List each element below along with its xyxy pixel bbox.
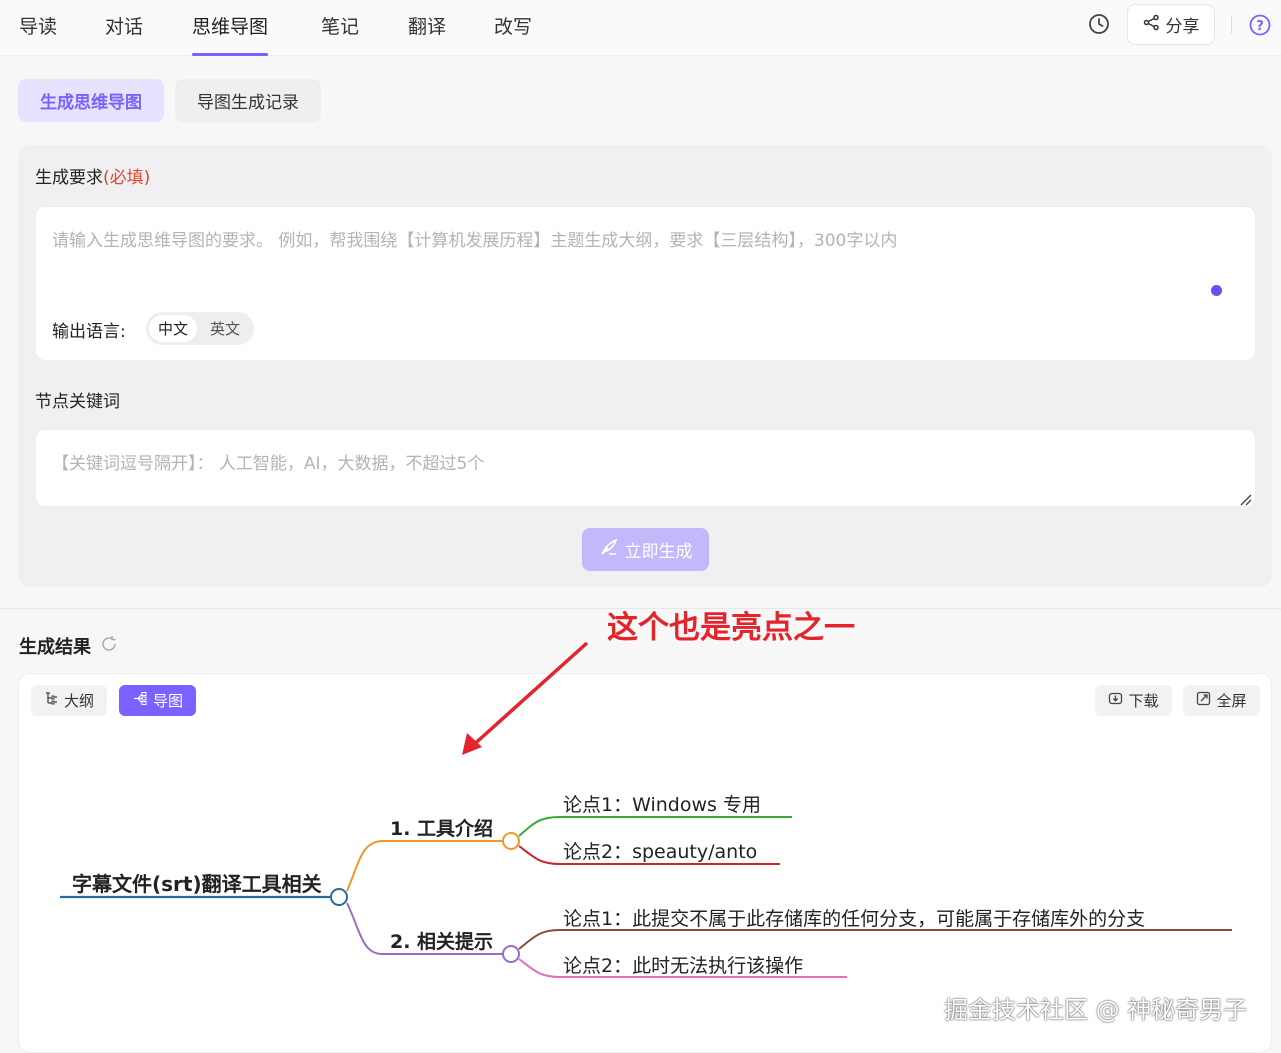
root-node-label: 字幕文件(srt)翻译工具相关 (72, 872, 322, 896)
branch1-node-circle[interactable] (502, 832, 520, 850)
branch2-node-circle[interactable] (502, 945, 520, 963)
annotation-text: 这个也是亮点之一 (607, 610, 855, 646)
annotation-arrowhead (462, 733, 482, 755)
watermark: 掘金技术社区 @ 神秘奇男子 (944, 996, 1248, 1024)
b2-leaf1-label: 论点1：此提交不属于此存储库的任何分支，可能属于存储库外的分支 (563, 908, 1145, 930)
b1-leaf1-connector (518, 816, 792, 837)
root-node-circle[interactable] (330, 888, 348, 906)
b1-leaf1-label: 论点1：Windows 专用 (563, 794, 761, 816)
b2-leaf2-label: 论点2：此时无法执行该操作 (563, 955, 803, 977)
branch1-label: 1. 工具介绍 (390, 817, 493, 840)
mindmap-canvas: 字幕文件(srt)翻译工具相关 1. 工具介绍 2. 相关提示 论点1：Wind… (60, 641, 1232, 978)
annotation-arrow (468, 641, 589, 750)
b2-leaf1-connector (518, 929, 1232, 950)
b1-leaf2-label: 论点2：speauty/anto (563, 841, 757, 863)
branch2-label: 2. 相关提示 (390, 930, 493, 953)
branch1-connector (346, 840, 503, 892)
